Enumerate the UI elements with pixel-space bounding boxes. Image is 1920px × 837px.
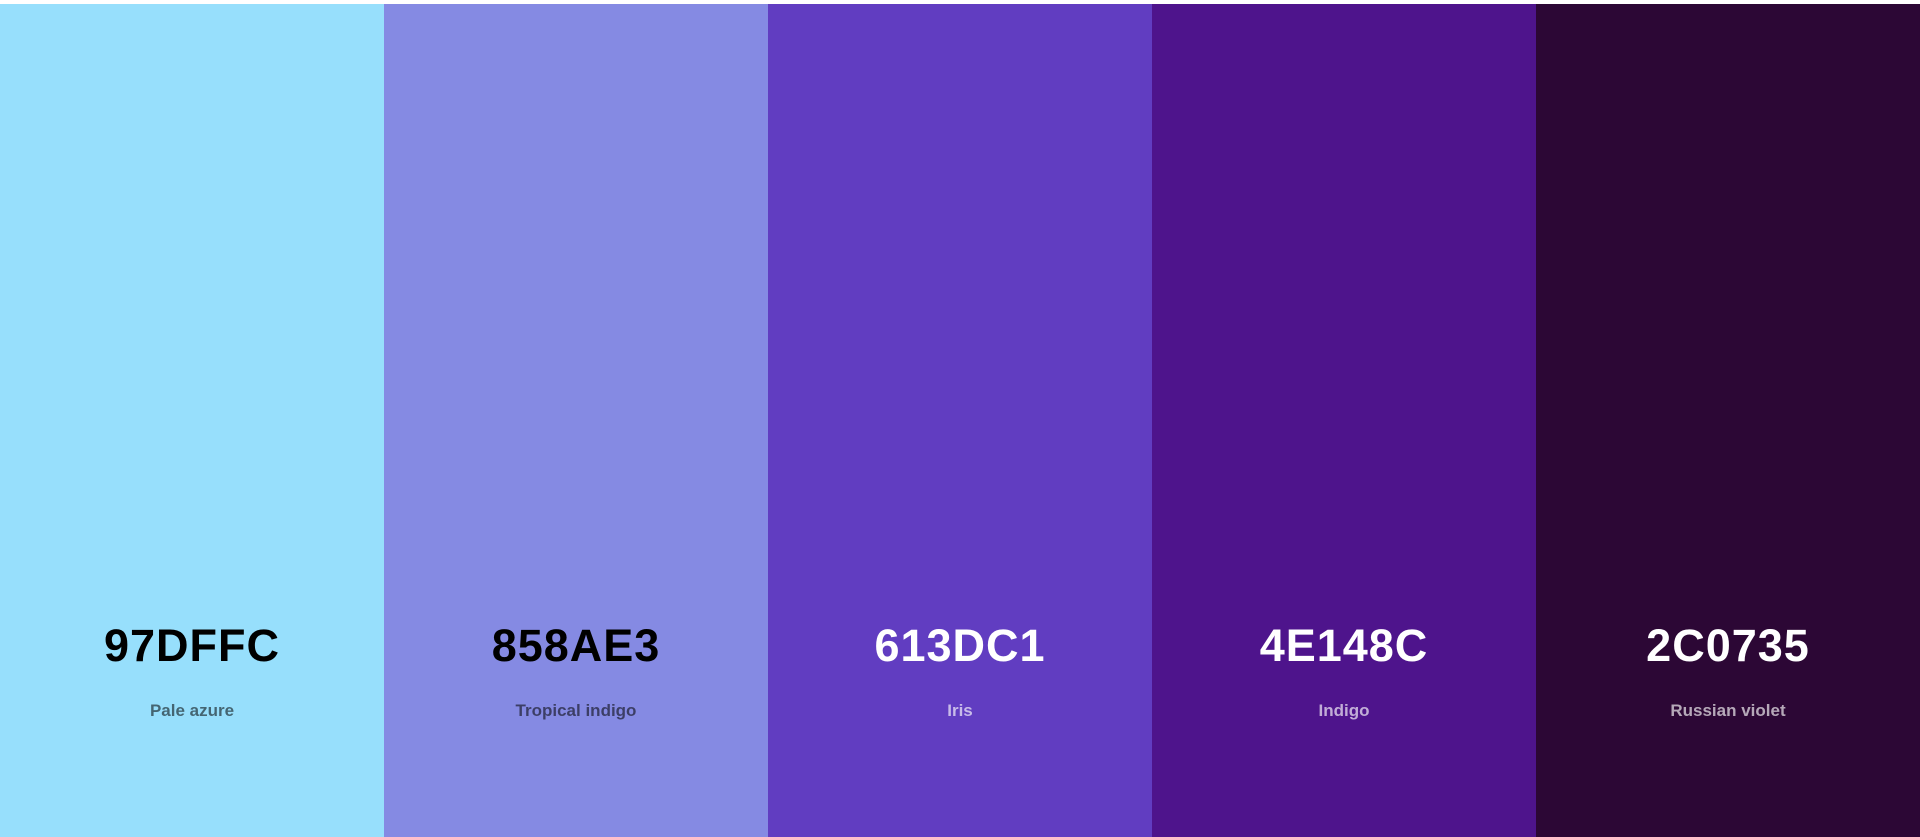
swatch-hex-code[interactable]: 97DFFC [0,620,384,672]
color-swatch-tropical-indigo[interactable]: 858AE3 Tropical indigo [384,4,768,837]
color-palette: 97DFFC Pale azure 858AE3 Tropical indigo… [0,4,1920,837]
color-swatch-russian-violet[interactable]: 2C0735 Russian violet [1536,4,1920,837]
swatch-color-name: Tropical indigo [515,701,637,720]
swatch-color-name: Iris [947,701,973,720]
color-swatch-pale-azure[interactable]: 97DFFC Pale azure [0,4,384,837]
swatch-color-name: Indigo [1318,701,1370,720]
color-swatch-indigo[interactable]: 4E148C Indigo [1152,4,1536,837]
swatch-hex-code[interactable]: 2C0735 [1536,620,1920,672]
color-swatch-iris[interactable]: 613DC1 Iris [768,4,1152,837]
swatch-hex-code[interactable]: 613DC1 [768,620,1152,672]
swatch-hex-code[interactable]: 4E148C [1152,620,1536,672]
swatch-color-name: Russian violet [1670,701,1786,720]
swatch-hex-code[interactable]: 858AE3 [384,620,768,672]
swatch-color-name: Pale azure [149,701,235,720]
